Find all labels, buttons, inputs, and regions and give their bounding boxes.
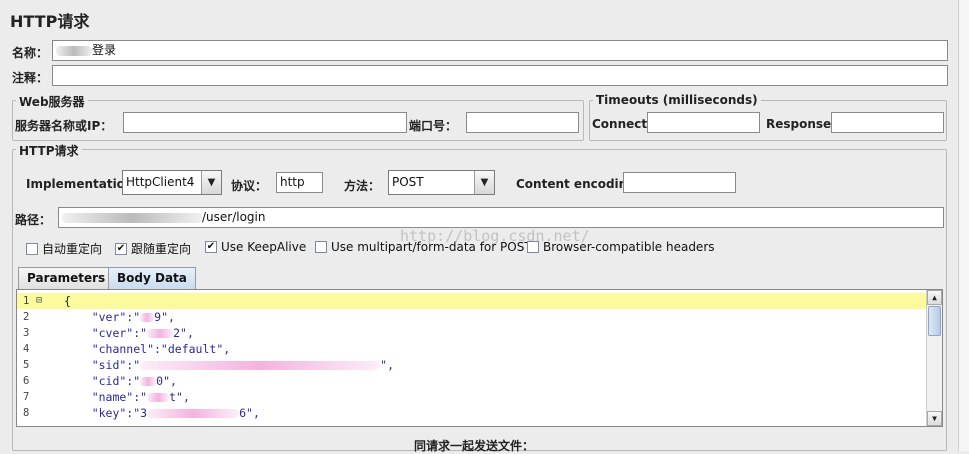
- code-line: 8 "key":"3 6",: [17, 405, 942, 421]
- browser-headers-checkbox[interactable]: Browser-compatible headers: [527, 240, 715, 254]
- auto-redirect-label: 自动重定向: [42, 242, 103, 256]
- protocol-field[interactable]: http: [276, 172, 323, 193]
- server-name-field[interactable]: [123, 112, 407, 133]
- browser-headers-label: Browser-compatible headers: [543, 240, 715, 254]
- follow-redirect-label: 跟随重定向: [131, 242, 192, 256]
- multipart-label: Use multipart/form-data for POST: [331, 240, 532, 254]
- code-text: "cid":" 0",: [64, 374, 177, 388]
- content-encoding-label: Content encoding:: [516, 177, 641, 191]
- redacted-text: [140, 361, 381, 370]
- line-number: 5: [23, 359, 30, 371]
- line-number: 8: [23, 407, 30, 419]
- scroll-thumb[interactable]: [928, 306, 941, 336]
- method-value: POST: [392, 175, 424, 189]
- redacted-text: [147, 393, 170, 402]
- code-text: "ver":" 9",: [64, 310, 175, 324]
- line-number: 4: [23, 343, 30, 355]
- protocol-label: 协议：: [231, 179, 268, 193]
- path-label: 路径：: [15, 213, 52, 227]
- timeouts-legend: Timeouts (milliseconds): [593, 93, 761, 107]
- code-line: 1 ⊟ {: [17, 293, 942, 309]
- scroll-up-icon[interactable]: ▲: [927, 290, 942, 305]
- code-text: "name":" t",: [64, 390, 190, 404]
- code-text: {: [64, 294, 71, 308]
- checkmark-icon: ✔: [115, 242, 127, 255]
- code-text: "channel":"default",: [64, 342, 231, 356]
- fold-icon[interactable]: ⊟: [36, 293, 42, 309]
- follow-redirect-checkbox[interactable]: ✔ 跟随重定向: [115, 240, 191, 257]
- chevron-down-icon[interactable]: ▼: [474, 171, 494, 194]
- redacted-text: [140, 313, 155, 322]
- code-text: "cver":" 2",: [64, 326, 194, 340]
- chevron-down-icon[interactable]: ▼: [201, 171, 221, 194]
- files-upload-label: 同请求一起发送文件：: [414, 439, 535, 453]
- server-name-label: 服务器名称或IP：: [15, 119, 113, 133]
- path-value-suffix: /user/login: [202, 210, 266, 224]
- keepalive-label: Use KeepAlive: [221, 240, 307, 254]
- implementation-select[interactable]: HttpClient4 ▼: [122, 170, 222, 195]
- connect-label: Connect:: [592, 117, 652, 131]
- http-request-legend: HTTP请求: [16, 142, 82, 159]
- code-line: 2 "ver":" 9",: [17, 309, 942, 325]
- line-number: 3: [23, 327, 30, 339]
- content-encoding-field[interactable]: [623, 172, 736, 193]
- redacted-text: [140, 377, 157, 386]
- code-text: "sid":" ",: [64, 358, 395, 372]
- code-line: 7 "name":" t",: [17, 389, 942, 405]
- port-field[interactable]: [466, 112, 579, 133]
- web-server-legend: Web服务器: [16, 93, 88, 110]
- multipart-checkbox[interactable]: Use multipart/form-data for POST: [315, 240, 532, 254]
- checkbox-box: [527, 241, 539, 253]
- checkmark-icon: ✔: [205, 241, 217, 253]
- implementation-value: HttpClient4: [126, 175, 195, 189]
- response-label: Response:: [766, 117, 836, 131]
- method-select[interactable]: POST ▼: [388, 170, 495, 195]
- tab-body-data[interactable]: Body Data: [108, 267, 196, 289]
- checkbox-box: [315, 241, 327, 253]
- body-data-editor[interactable]: 1 ⊟ { 2 "ver":" 9", 3 "cver":" 2", 4 "chan…: [16, 289, 943, 427]
- connect-timeout-field[interactable]: [647, 112, 760, 133]
- redacted-text: [147, 409, 240, 418]
- line-number: 2: [23, 311, 30, 323]
- redacted-text: [56, 45, 92, 56]
- scroll-down-icon[interactable]: ▼: [927, 411, 942, 426]
- comment-label: 注释：: [12, 71, 49, 85]
- port-label: 端口号：: [409, 119, 458, 133]
- name-label: 名称：: [12, 46, 49, 60]
- redacted-text: [62, 212, 202, 223]
- line-number: 6: [23, 375, 30, 387]
- redacted-text: [147, 329, 174, 338]
- code-line: 4 "channel":"default",: [17, 341, 942, 357]
- panel-title: HTTP请求: [10, 12, 90, 31]
- auto-redirect-checkbox[interactable]: 自动重定向: [26, 240, 102, 257]
- tab-parameters[interactable]: Parameters: [18, 267, 115, 289]
- code-line: 3 "cver":" 2",: [17, 325, 942, 341]
- vertical-scrollbar[interactable]: ▲ ▼: [926, 290, 942, 426]
- path-field[interactable]: /user/login: [58, 207, 944, 228]
- code-line: 6 "cid":" 0",: [17, 373, 942, 389]
- response-timeout-field[interactable]: [831, 112, 944, 133]
- method-label: 方法：: [344, 179, 381, 193]
- code-line: 5 "sid":" ",: [17, 357, 942, 373]
- code-text: "key":"3 6",: [64, 406, 260, 420]
- name-field[interactable]: 登录: [52, 40, 948, 61]
- right-edge-strip: [958, 0, 969, 451]
- name-value-suffix: 登录: [92, 43, 117, 57]
- comment-field[interactable]: [52, 65, 948, 86]
- line-number: 7: [23, 391, 30, 403]
- checkbox-box: [26, 242, 38, 255]
- keepalive-checkbox[interactable]: ✔ Use KeepAlive: [205, 240, 306, 254]
